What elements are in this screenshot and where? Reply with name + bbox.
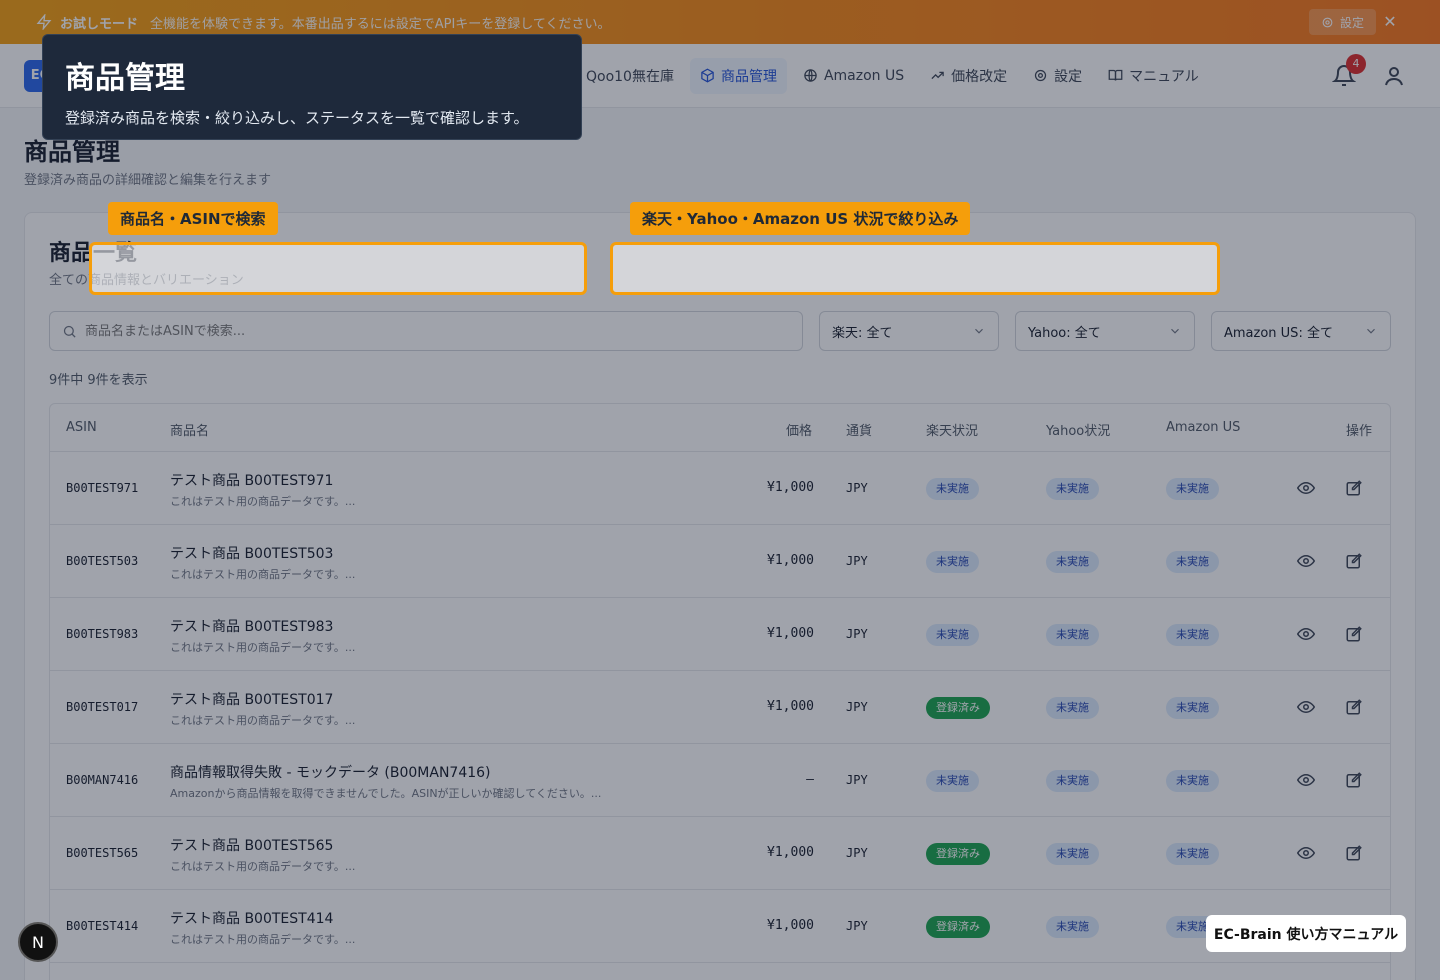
tour-description: 登録済み商品を検索・絞り込みし、ステータスを一覧で確認します。 <box>65 109 529 127</box>
next-dev-badge[interactable]: N <box>18 922 58 962</box>
tour-tooltip: 商品管理 登録済み商品を検索・絞り込みし、ステータスを一覧で確認します。 <box>42 34 582 140</box>
search-highlight <box>89 242 587 295</box>
manual-button[interactable]: EC-Brain 使い方マニュアル <box>1206 915 1406 952</box>
tour-overlay[interactable] <box>0 0 1440 980</box>
filter-highlight <box>610 242 1220 295</box>
search-highlight-label: 商品名・ASINで検索 <box>108 202 278 235</box>
tour-title: 商品管理 <box>65 61 185 96</box>
filter-highlight-label: 楽天・Yahoo・Amazon US 状況で絞り込み <box>630 202 971 235</box>
